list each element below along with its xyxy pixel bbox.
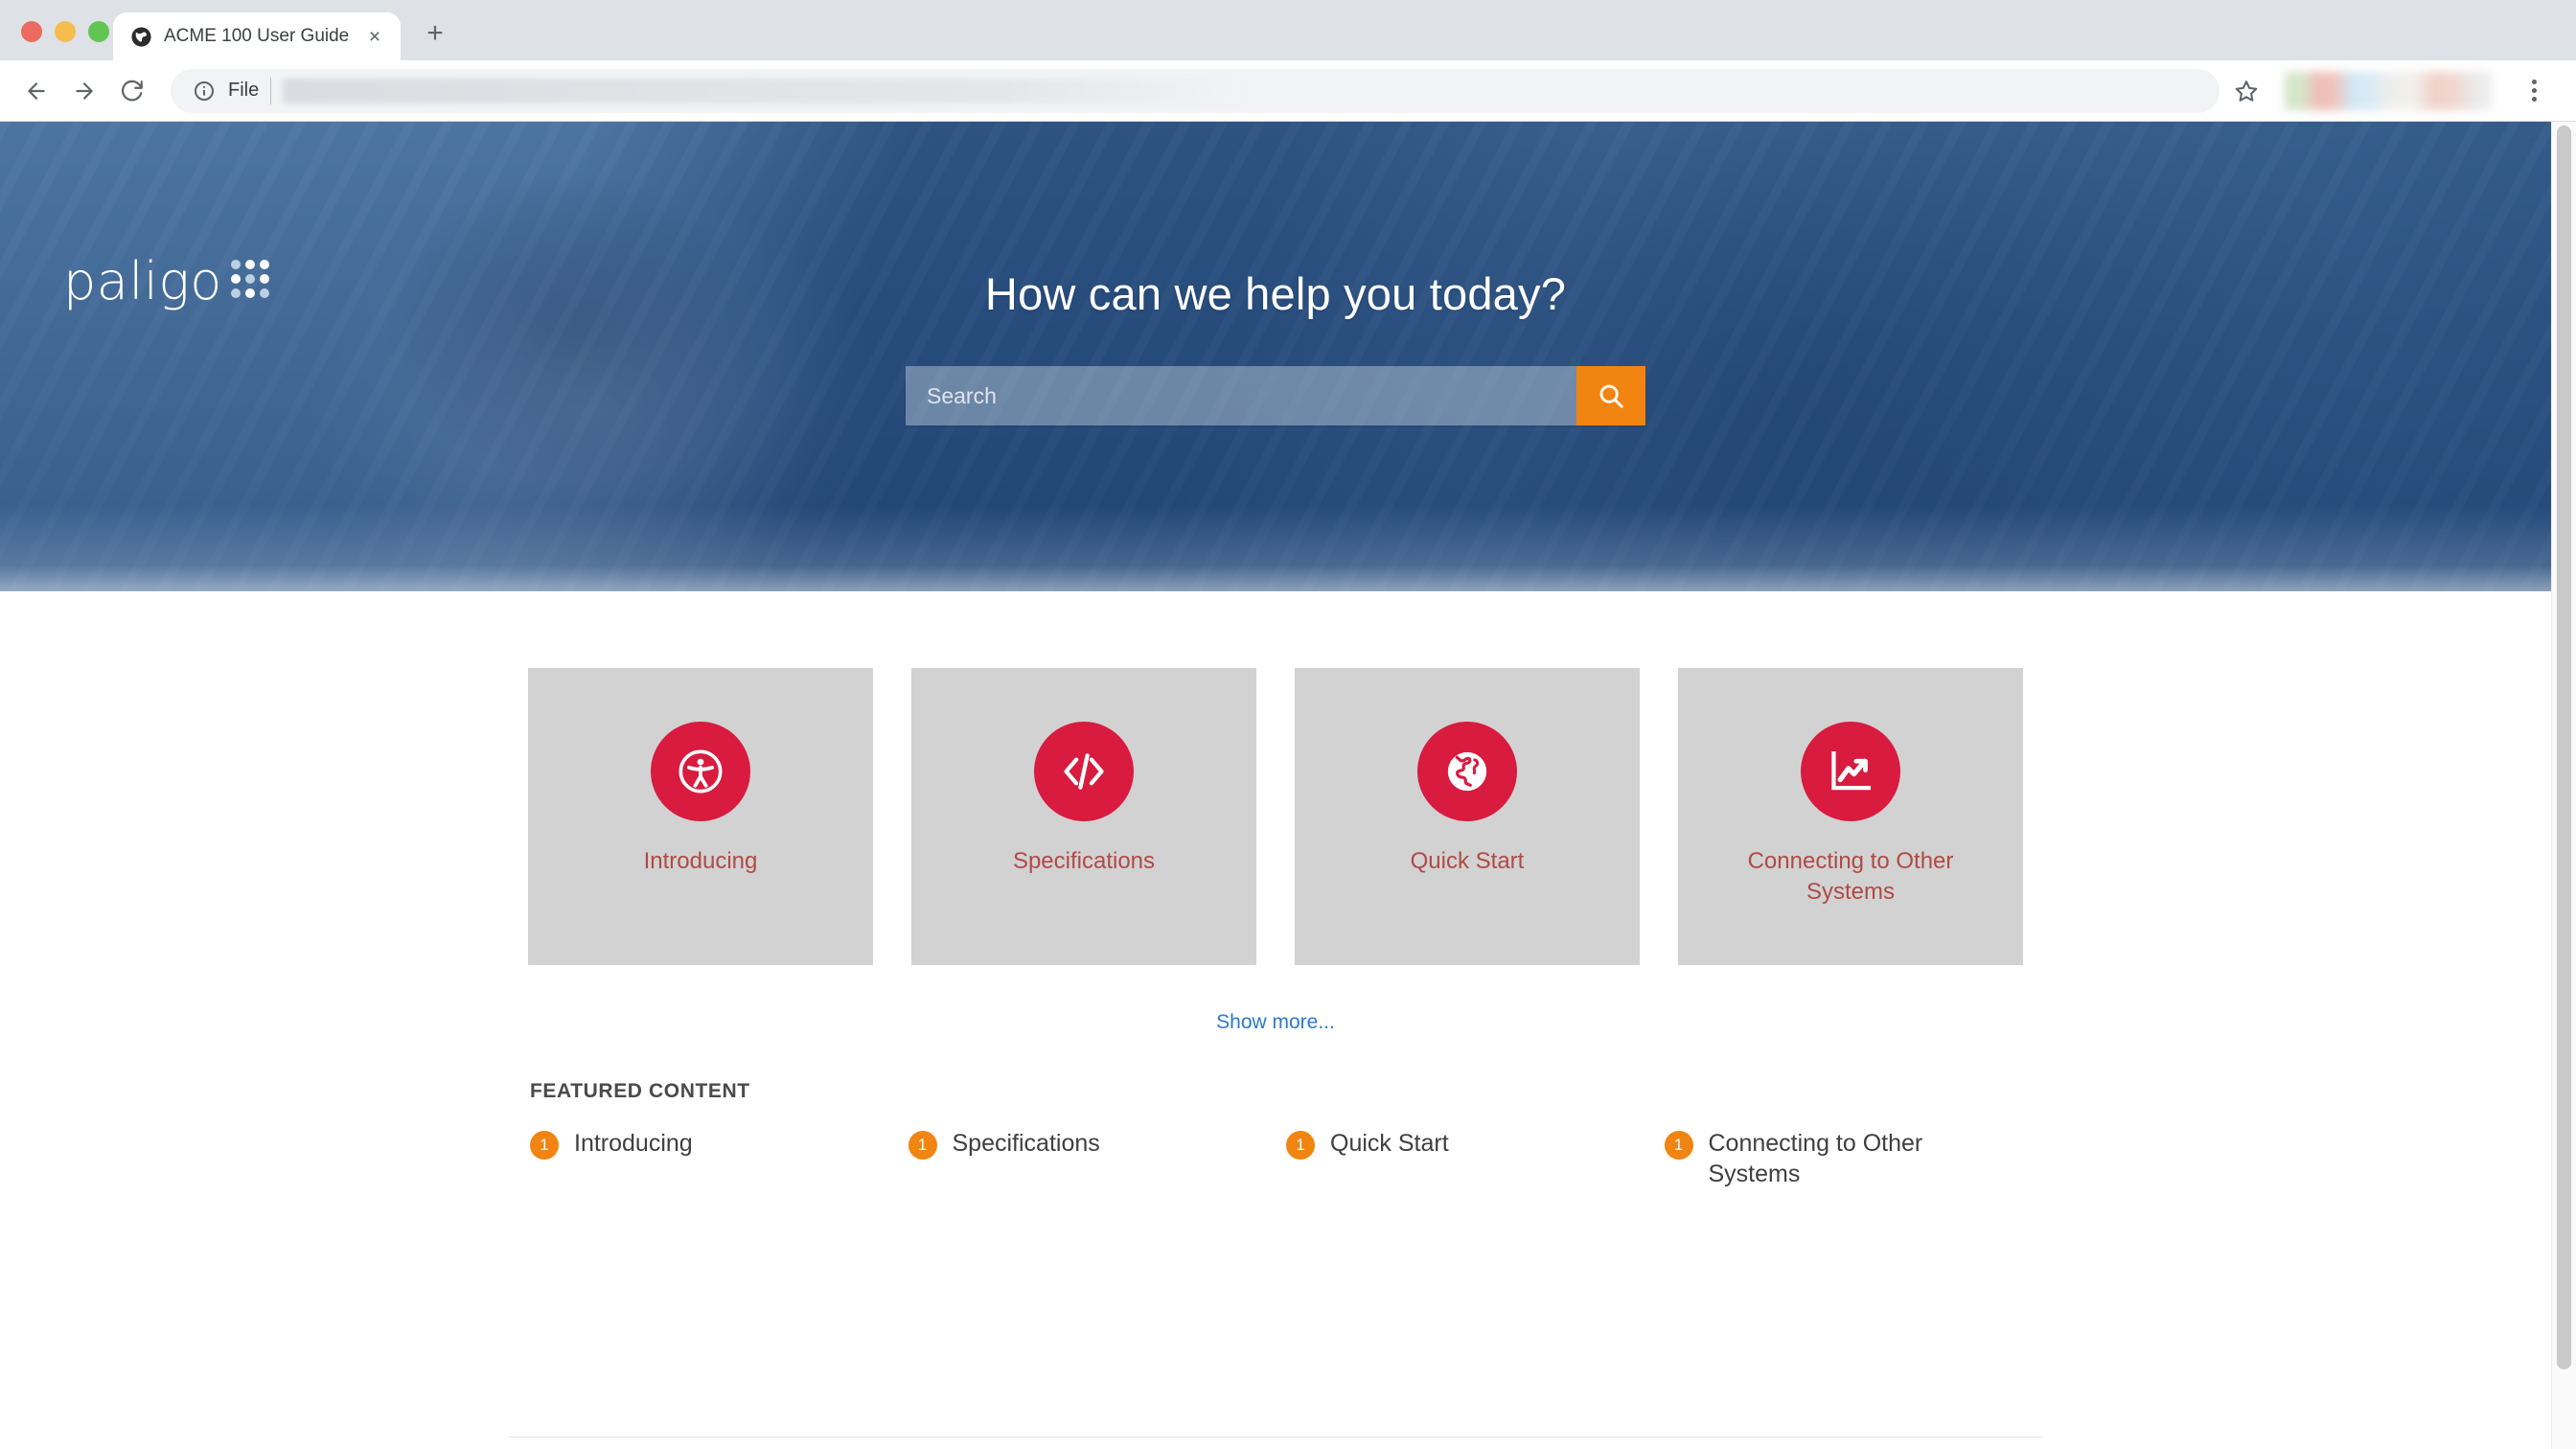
show-more-container: Show more... (509, 1011, 2042, 1034)
page-viewport: paligo How can we help you today? Search… (0, 122, 2576, 1449)
category-card-grid: Introducing Specifications Quick Start C… (509, 668, 2042, 965)
status-badge: 1 (908, 1131, 937, 1160)
list-item-label: Introducing (574, 1130, 693, 1157)
search-button[interactable] (1576, 366, 1645, 426)
url-text[interactable] (283, 78, 1242, 104)
back-button[interactable] (15, 70, 58, 112)
search-bar (906, 366, 1645, 426)
accessibility-icon (651, 722, 750, 821)
list-item[interactable]: 1 Quick Start (1286, 1128, 1665, 1189)
status-badge: 1 (1286, 1131, 1315, 1160)
page-title: How can we help you today? (984, 268, 1567, 319)
list-item[interactable]: 1 Specifications (908, 1128, 1287, 1189)
globe-icon (130, 26, 152, 48)
trending-up-chart-icon (1801, 722, 1900, 821)
featured-content-heading: FEATURED CONTENT (530, 1080, 750, 1102)
vertical-scrollbar[interactable] (2551, 122, 2576, 1449)
minimize-window-button[interactable] (55, 21, 76, 42)
list-item[interactable]: 1 Introducing (530, 1128, 908, 1189)
omnibox-divider (270, 77, 272, 104)
url-scheme-label: File (228, 80, 260, 101)
maximize-window-button[interactable] (88, 21, 109, 42)
search-input[interactable] (906, 366, 1576, 426)
category-card-label: Connecting to Other Systems (1747, 848, 1954, 906)
category-card-connecting[interactable]: Connecting to Other Systems (1678, 668, 2023, 965)
category-card-label: Specifications (1012, 848, 1156, 874)
close-window-button[interactable] (21, 21, 42, 42)
address-bar[interactable]: File (171, 68, 2220, 113)
category-card-specifications[interactable]: Specifications (911, 668, 1256, 965)
list-item[interactable]: 1 Connecting to Other Systems (1664, 1128, 2043, 1189)
category-card-introducing[interactable]: Introducing (528, 668, 873, 965)
list-item-label: Connecting to Other Systems (1708, 1130, 1923, 1187)
category-card-label: Introducing (643, 848, 758, 874)
globe-icon (1417, 722, 1517, 821)
code-icon (1034, 722, 1134, 821)
status-badge: 1 (530, 1131, 559, 1160)
featured-content-list: 1 Introducing 1 Specifications 1 Quick S… (509, 1128, 2042, 1189)
page-content: paligo How can we help you today? Search… (0, 122, 2551, 1449)
page-footer: © 2019 English (509, 1438, 2042, 1449)
scrollbar-thumb[interactable] (2557, 126, 2571, 1369)
window-traffic-lights (21, 21, 109, 42)
main-content: Introducing Specifications Quick Start C… (509, 591, 2042, 1449)
new-tab-button[interactable]: + (418, 16, 452, 51)
list-item-label: Specifications (952, 1130, 1100, 1157)
tab-title: ACME 100 User Guide (164, 26, 350, 46)
status-badge: 1 (1664, 1131, 1693, 1160)
tab-strip: ACME 100 User Guide × + (0, 0, 2576, 60)
list-item-label: Quick Start (1330, 1130, 1449, 1157)
category-card-quick-start[interactable]: Quick Start (1295, 668, 1640, 965)
forward-button[interactable] (63, 70, 105, 112)
hero-banner: paligo How can we help you today? (0, 122, 2551, 591)
browser-window: ACME 100 User Guide × + File paligo How … (0, 0, 2576, 1449)
more-vertical-icon[interactable] (2511, 68, 2557, 114)
star-icon[interactable] (2225, 70, 2267, 112)
browser-toolbar: File (0, 60, 2576, 122)
reload-button[interactable] (111, 70, 153, 112)
close-icon[interactable]: × (362, 24, 387, 49)
info-icon[interactable] (192, 79, 217, 104)
category-card-label: Quick Start (1410, 848, 1525, 874)
extensions-area[interactable] (2285, 71, 2492, 110)
browser-tab[interactable]: ACME 100 User Guide × (113, 12, 401, 60)
show-more-link[interactable]: Show more... (1216, 1011, 1335, 1033)
